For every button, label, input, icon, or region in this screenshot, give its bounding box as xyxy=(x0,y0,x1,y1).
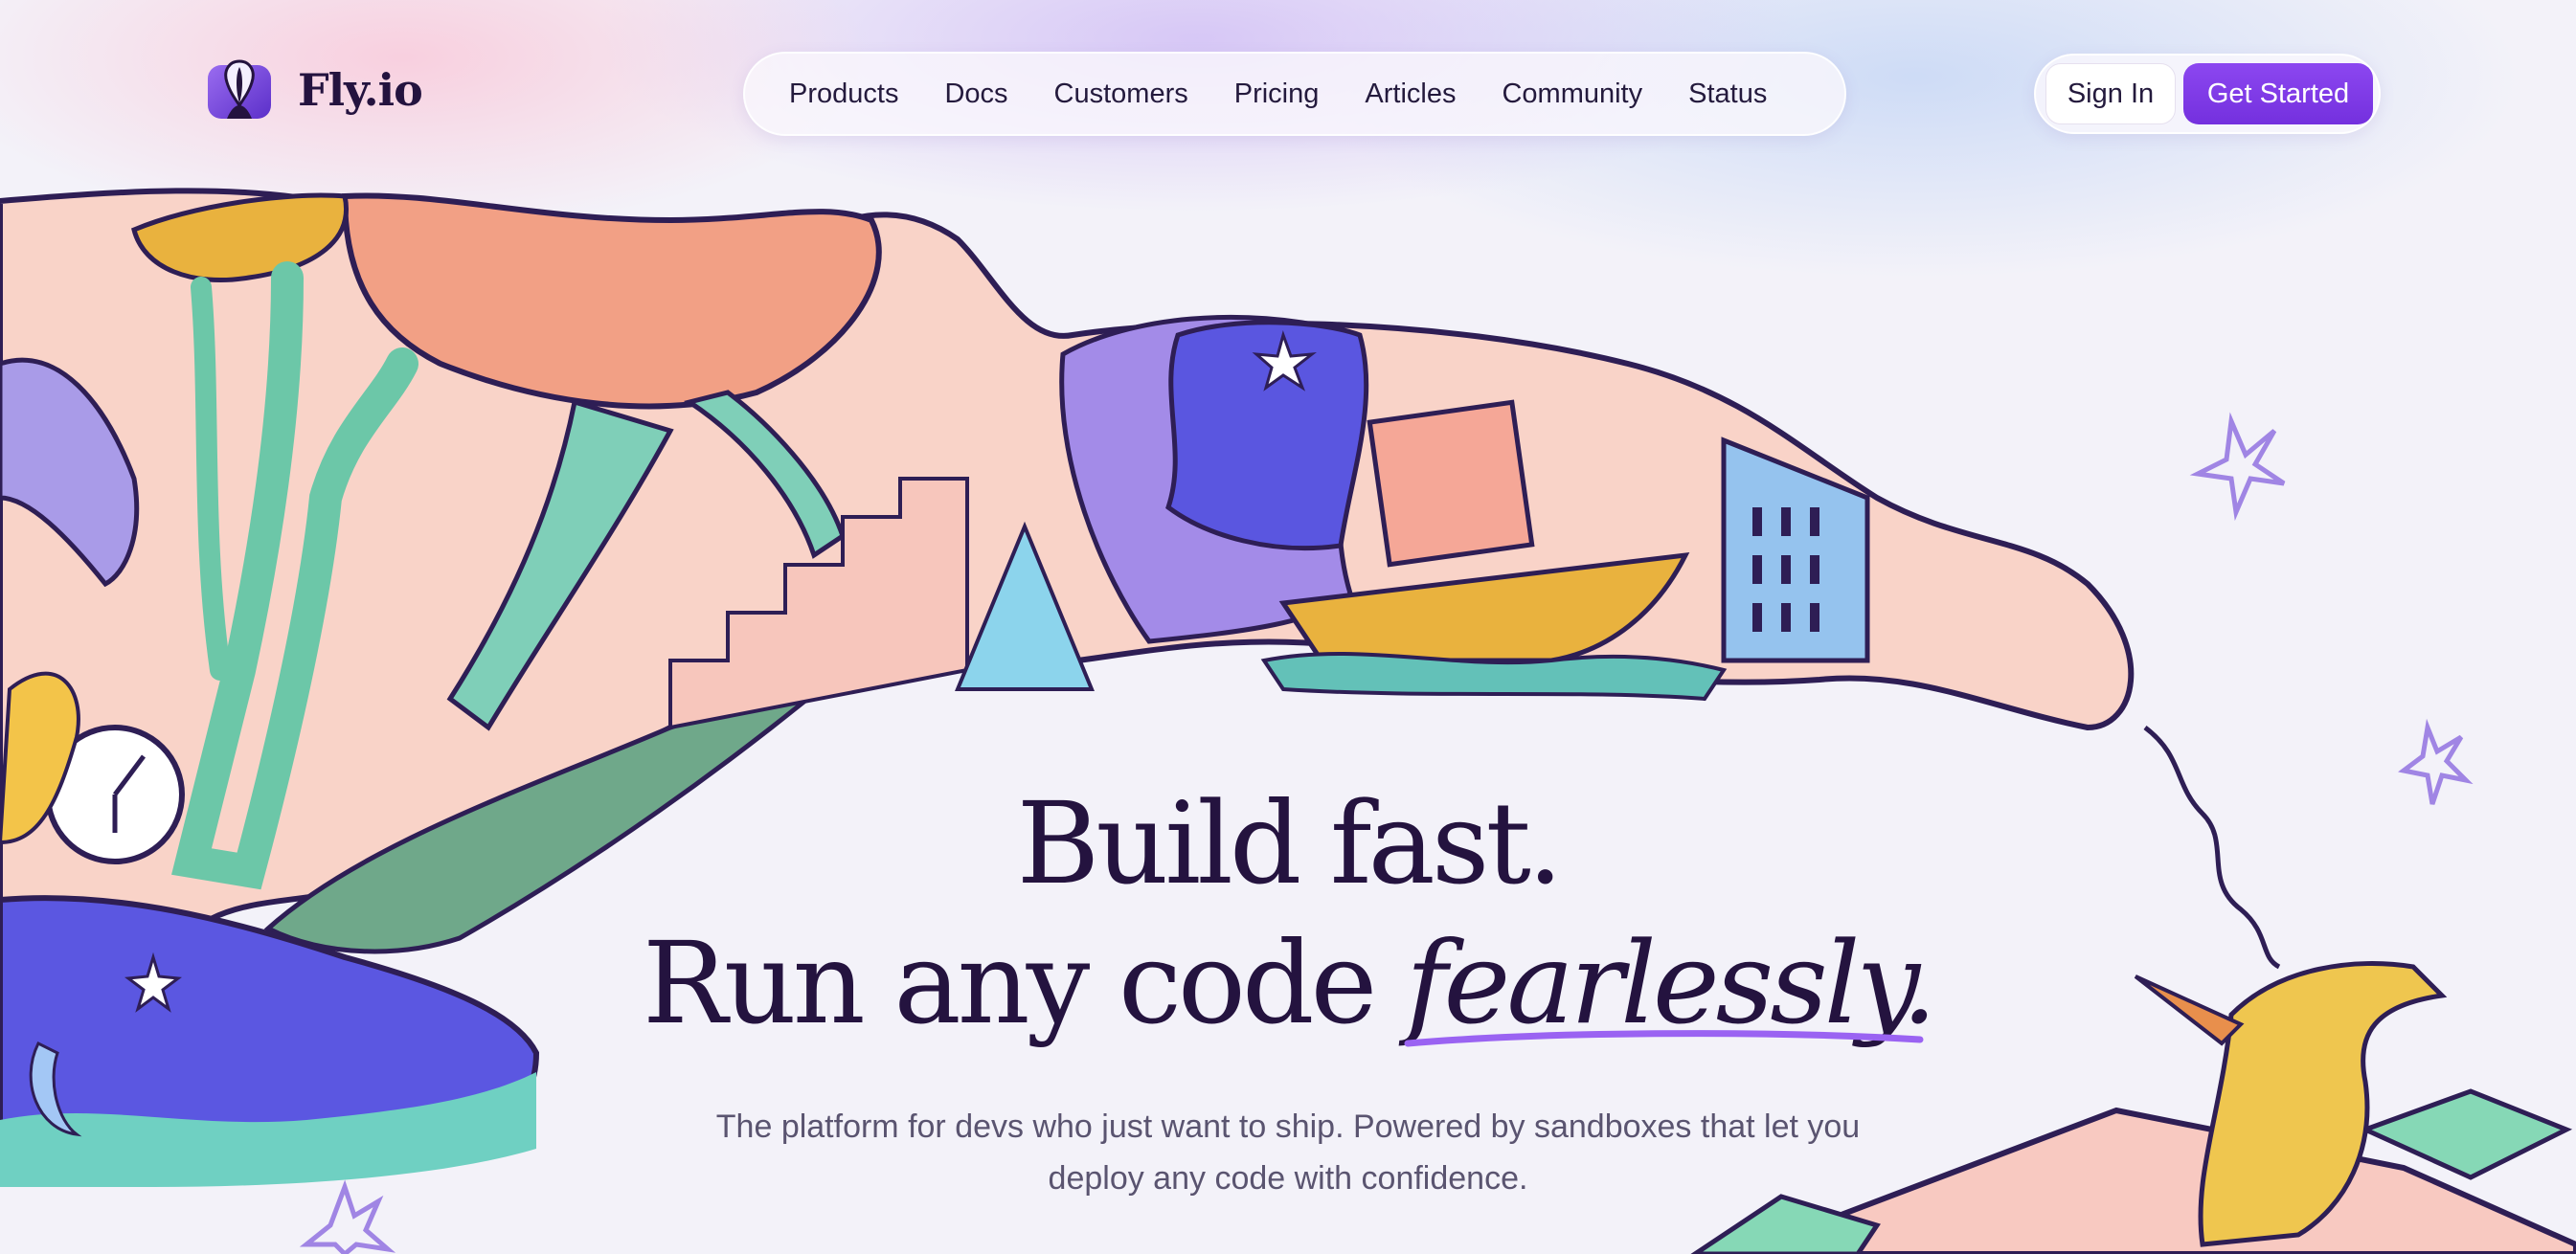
hero-subtitle: The platform for devs who just want to s… xyxy=(715,1108,1861,1197)
illustration-star xyxy=(2189,412,2286,522)
brand-name: Fly.io xyxy=(298,64,423,116)
hero-heading-line2: Run any code fearlessly. xyxy=(0,927,2576,1040)
illustration-box-character xyxy=(1367,399,1535,568)
nav-item-community[interactable]: Community xyxy=(1502,78,1642,110)
hero-heading-line1: Build fast. xyxy=(1016,777,1564,909)
sign-in-button[interactable]: Sign In xyxy=(2045,63,2176,124)
nav-item-status[interactable]: Status xyxy=(1688,78,1767,110)
auth-group: Sign In Get Started xyxy=(2034,54,2381,134)
illustration-building xyxy=(1721,437,1870,663)
hero-illustration xyxy=(0,188,2576,1254)
hero-heading-prefix: Run any code xyxy=(642,917,1406,1049)
nav-item-docs[interactable]: Docs xyxy=(944,78,1007,110)
brand-logo[interactable]: Fly.io xyxy=(206,59,423,121)
nav-item-products[interactable]: Products xyxy=(789,78,898,110)
balloon-logo-icon xyxy=(208,59,271,119)
illustration-star xyxy=(299,1179,396,1254)
illustration-green-block xyxy=(1690,1194,1881,1254)
nav-item-customers[interactable]: Customers xyxy=(1054,78,1188,110)
nav-item-articles[interactable]: Articles xyxy=(1365,78,1456,110)
main-navigation: Products Docs Customers Pricing Articles… xyxy=(743,52,1846,136)
get-started-button[interactable]: Get Started xyxy=(2183,63,2373,124)
nav-item-pricing[interactable]: Pricing xyxy=(1234,78,1320,110)
emphasis-underline xyxy=(1404,1030,1924,1047)
